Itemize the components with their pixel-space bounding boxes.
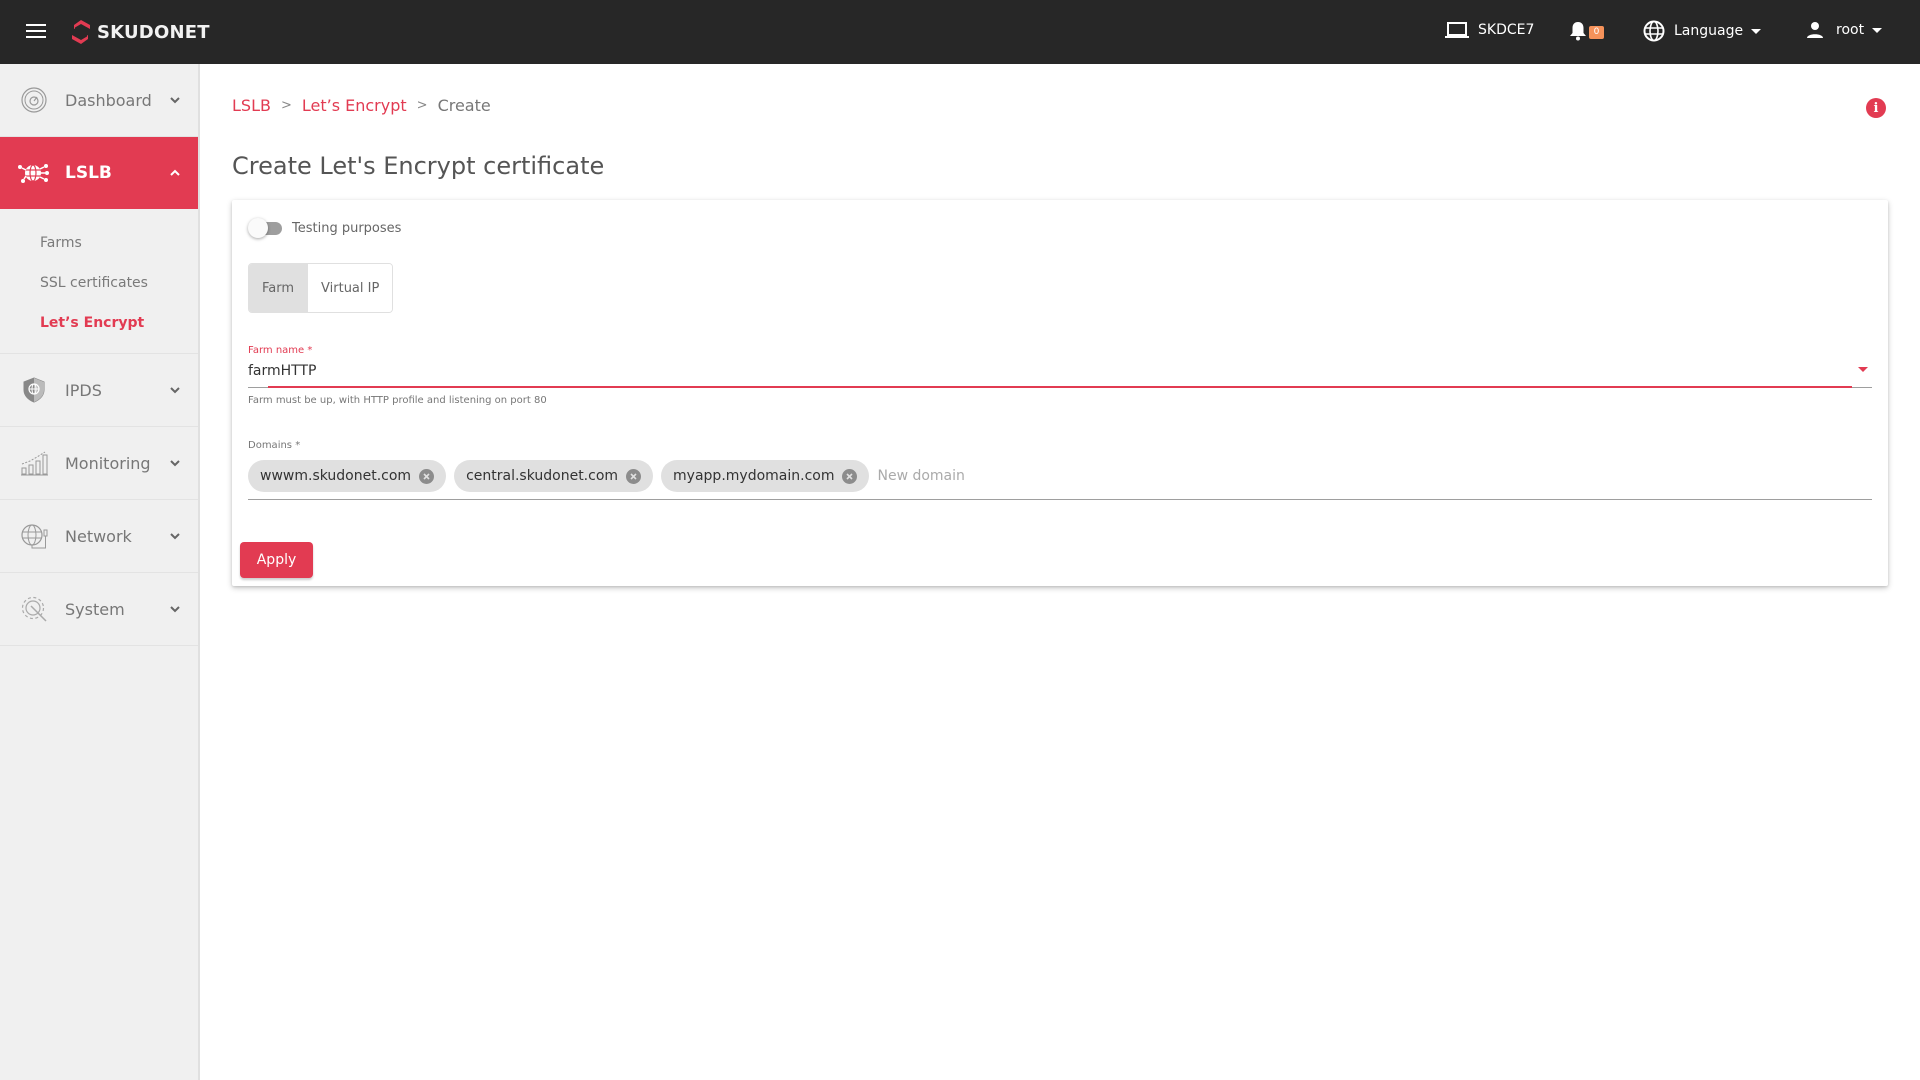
remove-chip-icon[interactable] [419, 468, 435, 484]
farm-name-hint: Farm must be up, with HTTP profile and l… [248, 395, 547, 406]
domain-chip: myapp.mydomain.com [661, 460, 870, 492]
globe-icon [1643, 20, 1665, 42]
farm-name-select[interactable]: farmHTTP [248, 358, 1872, 388]
laptop-icon [1445, 22, 1469, 38]
sidebar-subitem-ssl-certificates[interactable]: SSL certificates [0, 263, 198, 303]
dashboard-gauge-icon [21, 87, 47, 113]
breadcrumb-current: Create [437, 96, 491, 115]
notifications-badge: 0 [1589, 25, 1604, 39]
page-title: Create Let's Encrypt certificate [232, 152, 605, 180]
create-certificate-form: Testing purposes Farm Virtual IP Farm na… [232, 200, 1888, 586]
breadcrumb-lets-encrypt[interactable]: Let’s Encrypt [302, 96, 407, 115]
domain-chip: central.skudonet.com [454, 460, 654, 492]
notifications-button[interactable]: 0 [1569, 21, 1604, 41]
device-name: SKDCE7 [1478, 22, 1535, 38]
bell-icon [1570, 22, 1586, 41]
dropdown-arrow-icon [1858, 367, 1868, 372]
farm-name-label: Farm name * [248, 345, 313, 356]
skudonet-logo-icon [72, 20, 90, 44]
testing-purposes-toggle[interactable]: Testing purposes [248, 218, 401, 238]
remove-chip-icon[interactable] [626, 468, 642, 484]
sidebar-item-label: Network [65, 526, 132, 546]
gear-wrench-icon [21, 596, 47, 622]
brand-name: SKUDONET [97, 21, 210, 43]
farm-name-value: farmHTTP [248, 363, 317, 379]
domain-chip-label: central.skudonet.com [466, 468, 619, 484]
sidebar-item-network[interactable]: Network [0, 500, 198, 573]
domain-chip-label: wwwm.skudonet.com [260, 468, 412, 484]
user-icon [1807, 22, 1823, 38]
sidebar-item-system[interactable]: System [0, 573, 198, 646]
sidebar-item-ipds[interactable]: IPDS [0, 354, 198, 427]
language-menu[interactable]: Language [1643, 20, 1762, 42]
apply-button[interactable]: Apply [240, 542, 313, 578]
remove-chip-icon[interactable] [842, 468, 858, 484]
lslb-globe-network-icon [18, 164, 49, 183]
menu-toggle-button[interactable] [26, 24, 46, 40]
sidebar-subitem-lets-encrypt[interactable]: Let’s Encrypt [0, 303, 198, 343]
sidebar-item-dashboard[interactable]: Dashboard [0, 64, 198, 137]
user-menu[interactable]: root [1806, 21, 1883, 39]
info-icon[interactable]: i [1866, 98, 1886, 118]
chevron-down-icon [170, 387, 180, 394]
sidebar-subitem-farms[interactable]: Farms [0, 223, 198, 263]
testing-purposes-label: Testing purposes [292, 220, 402, 236]
chevron-down-icon [170, 533, 180, 540]
bar-chart-icon [21, 451, 48, 476]
toggle-switch[interactable] [248, 218, 284, 238]
breadcrumb-lslb[interactable]: LSLB [232, 96, 271, 115]
target-type-virtual-ip[interactable]: Virtual IP [307, 264, 393, 312]
sidebar-item-label: Monitoring [65, 453, 151, 473]
sidebar-item-lslb[interactable]: LSLB [0, 137, 198, 209]
breadcrumb-separator: > [280, 98, 292, 113]
user-name: root [1836, 22, 1865, 38]
domain-chip: wwwm.skudonet.com [248, 460, 447, 492]
sidebar-item-label: LSLB [65, 163, 112, 183]
domains-chip-input: wwwm.skudonet.com central.skudonet.com m… [248, 460, 1872, 500]
hamburger-icon-line [26, 30, 46, 32]
top-bar: SKUDONET SKDCE7 0 Language root [0, 0, 1920, 64]
target-type-selector: Farm Virtual IP [248, 263, 394, 313]
language-label: Language [1674, 23, 1744, 39]
shield-globe-icon [23, 377, 45, 403]
new-domain-input[interactable] [877, 460, 1872, 492]
chevron-up-icon [170, 169, 180, 176]
network-globe-icon [21, 524, 48, 549]
breadcrumb-separator: > [416, 98, 428, 113]
hamburger-icon-line [26, 36, 46, 38]
chevron-down-icon [170, 460, 180, 467]
sidebar-item-monitoring[interactable]: Monitoring [0, 427, 198, 500]
target-type-farm[interactable]: Farm [249, 264, 308, 312]
field-underline-focus [268, 386, 1852, 388]
device-indicator[interactable]: SKDCE7 [1445, 21, 1534, 39]
toggle-thumb [248, 218, 268, 238]
chevron-down-icon [170, 606, 180, 613]
sidebar-item-label: Dashboard [65, 90, 152, 110]
domains-label: Domains * [248, 440, 301, 451]
sidebar: Dashboard LSLB Farms SSL certificates Le… [0, 64, 200, 1080]
caret-down-icon [1872, 27, 1883, 33]
sidebar-item-label: IPDS [65, 380, 102, 400]
breadcrumb: LSLB > Let’s Encrypt > Create [232, 96, 491, 115]
hamburger-icon [26, 24, 46, 26]
domain-chip-label: myapp.mydomain.com [673, 468, 835, 484]
brand-logo[interactable]: SKUDONET [71, 20, 210, 44]
lslb-submenu: Farms SSL certificates Let’s Encrypt [0, 209, 198, 354]
caret-down-icon [1751, 28, 1762, 34]
chevron-down-icon [170, 97, 180, 104]
sidebar-item-label: System [65, 599, 125, 619]
